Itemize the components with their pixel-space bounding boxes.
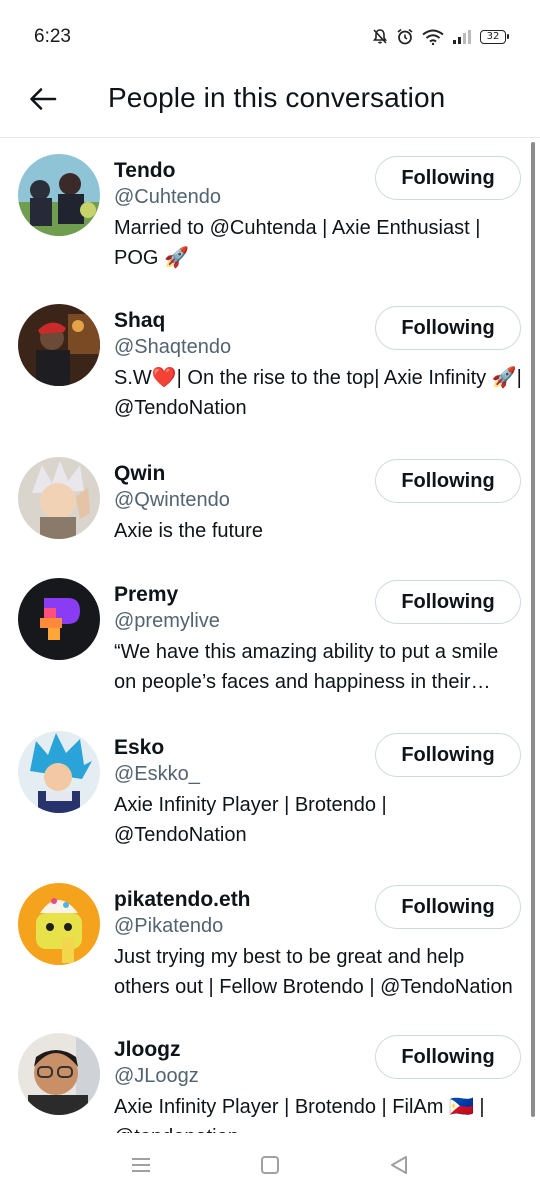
signal-icon (452, 29, 472, 45)
person-bio: Married to @Cuhtenda | Axie Enthusiast |… (114, 217, 481, 269)
list-item[interactable]: Qwin @Qwintendo Axie is the future Follo… (0, 441, 540, 562)
people-list[interactable]: Tendo @Cuhtendo Married to @Cuhtenda | A… (0, 138, 540, 1133)
person-bio: Axie Infinity Player | Brotendo | FilAm … (114, 1096, 485, 1133)
alarm-icon (396, 28, 414, 45)
list-item[interactable]: Premy @premylive “We have this amazing a… (0, 562, 540, 715)
avatar[interactable] (18, 731, 100, 813)
avatar[interactable] (18, 1033, 100, 1115)
system-back-button[interactable] (384, 1155, 414, 1179)
header: People in this conversation (0, 72, 540, 138)
following-button[interactable]: Following (375, 580, 521, 624)
home-button[interactable] (255, 1155, 285, 1179)
following-button[interactable]: Following (375, 885, 521, 929)
home-square-icon (260, 1155, 280, 1180)
person-bio: Axie is the future (114, 520, 263, 542)
battery-icon: 32 (480, 29, 509, 44)
page-title: People in this conversation (108, 82, 446, 113)
arrow-left-icon (29, 87, 57, 116)
menu-icon (130, 1156, 152, 1179)
scrollbar[interactable] (531, 142, 535, 1117)
recents-button[interactable] (126, 1155, 156, 1179)
status-bar: 6:23 32 (0, 0, 540, 72)
person-bio: Axie Infinity Player | Brotendo | @Tendo… (114, 794, 387, 846)
system-nav-bar (0, 1133, 540, 1200)
list-item[interactable]: Tendo @Cuhtendo Married to @Cuhtenda | A… (0, 138, 540, 288)
status-time: 6:23 (34, 26, 71, 47)
list-item[interactable]: pikatendo.eth @Pikatendo Just trying my … (0, 867, 540, 1017)
avatar[interactable] (18, 304, 100, 386)
list-item[interactable]: Esko @Eskko_ Axie Infinity Player | Brot… (0, 715, 540, 867)
following-button[interactable]: Following (375, 1035, 521, 1079)
wifi-icon (422, 29, 444, 45)
mute-bell-icon (372, 28, 388, 45)
following-button[interactable]: Following (375, 156, 521, 200)
following-button[interactable]: Following (375, 306, 521, 350)
person-bio: “We have this amazing ability to put a s… (114, 641, 499, 693)
status-icons: 32 (372, 28, 509, 45)
following-button[interactable]: Following (375, 459, 521, 503)
list-item[interactable]: Shaq @Shaqtendo S.W❤️| On the rise to th… (0, 288, 540, 441)
list-item[interactable]: Jloogz @JLoogz Axie Infinity Player | Br… (0, 1017, 540, 1133)
back-button[interactable] (22, 80, 64, 122)
avatar[interactable] (18, 883, 100, 965)
avatar[interactable] (18, 578, 100, 660)
avatar[interactable] (18, 457, 100, 539)
following-button[interactable]: Following (375, 733, 521, 777)
person-bio: S.W❤️| On the rise to the top| Axie Infi… (114, 367, 522, 419)
avatar[interactable] (18, 154, 100, 236)
back-triangle-icon (389, 1155, 409, 1180)
person-bio: Just trying my best to be great and help… (114, 946, 513, 998)
